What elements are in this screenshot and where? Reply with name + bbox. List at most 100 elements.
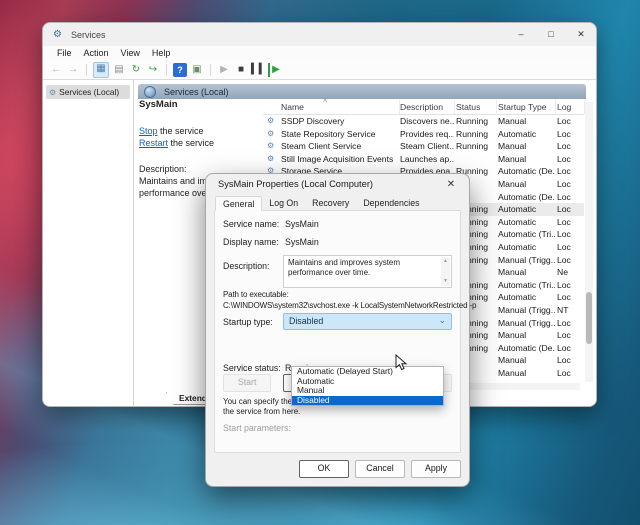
startup-type-combobox[interactable]: Disabled ⌄ — [283, 313, 452, 330]
cell-log: Loc — [557, 140, 584, 153]
scroll-up-icon[interactable]: ▲ — [443, 257, 448, 267]
properties-dialog: SysMain Properties (Local Computer) ✕ Ge… — [205, 173, 470, 487]
cell-startup: Automatic — [498, 128, 555, 141]
cell-log: Loc — [557, 165, 584, 178]
export-list-icon[interactable]: ↪ — [146, 63, 160, 77]
cell-status: Running — [456, 128, 496, 141]
service-icon: ⚙ — [267, 115, 274, 128]
cell-log: Loc — [557, 178, 584, 191]
service-status-label: Service status: — [223, 363, 281, 373]
cell-log: NT — [557, 304, 584, 317]
column-header-name[interactable]: Name — [281, 100, 400, 114]
display-name-value: SysMain — [285, 237, 319, 247]
ok-button[interactable]: OK — [299, 460, 349, 478]
column-header-log[interactable]: Log — [557, 100, 585, 114]
description-value: Maintains and improves system performanc… — [288, 258, 400, 277]
show-console-tree-icon[interactable]: ▦ — [93, 62, 109, 78]
cell-log: Loc — [557, 291, 584, 304]
dialog-title-bar[interactable]: SysMain Properties (Local Computer) ✕ — [206, 174, 469, 194]
stop-service-icon[interactable]: ■ — [234, 63, 248, 77]
cell-startup: Manual (Trigg... — [498, 304, 555, 317]
cell-log: Loc — [557, 115, 584, 128]
cell-log: Loc — [557, 354, 584, 367]
console-tree-panel: ⚙ Services (Local) — [43, 80, 134, 406]
pause-service-icon[interactable]: ▍▍ — [251, 63, 265, 77]
table-row[interactable]: ⚙State Repository ServiceProvides req...… — [263, 128, 584, 141]
column-header-startup-type[interactable]: Startup Type — [498, 100, 556, 114]
cell-desc: Discovers ne... — [400, 115, 454, 128]
forward-icon[interactable]: → — [66, 63, 80, 77]
table-row[interactable]: ⚙Steam Client ServiceSteam Client...Runn… — [263, 140, 584, 153]
startup-type-dropdown: Automatic (Delayed Start)AutomaticManual… — [291, 366, 444, 406]
cell-log: Loc — [557, 191, 584, 204]
restart-service-icon[interactable]: ▶ — [268, 63, 282, 77]
start-button[interactable]: Start — [223, 374, 271, 392]
help-icon[interactable]: ? — [173, 63, 187, 77]
back-icon[interactable]: ← — [49, 63, 63, 77]
cell-startup: Manual (Trigg... — [498, 317, 555, 330]
cell-startup: Manual — [498, 140, 555, 153]
tab-dependencies[interactable]: Dependencies — [356, 196, 426, 211]
cell-name: State Repository Service — [281, 128, 399, 141]
cell-log: Loc — [557, 342, 584, 355]
cell-status — [456, 153, 496, 166]
cell-status: Running — [456, 115, 496, 128]
menu-view[interactable]: View — [115, 48, 146, 58]
menu-file[interactable]: File — [51, 48, 78, 58]
restart-service-link[interactable]: Restart — [139, 138, 168, 148]
cell-log: Loc — [557, 241, 584, 254]
general-tab-page: Service name: SysMain Display name: SysM… — [214, 210, 461, 453]
cell-log: Loc — [557, 203, 584, 216]
tab-general[interactable]: General — [215, 196, 262, 211]
menu-action[interactable]: Action — [78, 48, 115, 58]
maximize-button[interactable]: □ — [536, 23, 566, 46]
selected-service-name: SysMain — [139, 99, 263, 111]
dropdown-option[interactable]: Disabled — [292, 396, 443, 406]
cell-log: Loc — [557, 279, 584, 292]
mouse-cursor — [395, 354, 408, 372]
sidebar-item-services-local[interactable]: ⚙ Services (Local) — [46, 85, 130, 99]
dialog-tabs: GeneralLog OnRecoveryDependencies — [215, 196, 427, 211]
description-scrollbar[interactable]: ▲ ▼ — [441, 257, 450, 286]
table-row[interactable]: ⚙Still Image Acquisition EventsLaunches … — [263, 153, 584, 166]
service-icon: ⚙ — [267, 153, 274, 166]
column-header-status[interactable]: Status — [456, 100, 497, 114]
cell-log: Loc — [557, 367, 584, 380]
cell-startup: Manual — [498, 329, 555, 342]
list-header: ˄ NameDescriptionStatusStartup TypeLog — [263, 100, 584, 115]
toolbar-separator — [210, 64, 211, 76]
path-label: Path to executable: — [223, 290, 458, 299]
service-name-value: SysMain — [285, 219, 319, 229]
startup-type-value: Disabled — [289, 316, 323, 326]
title-bar[interactable]: ⚙ Services – □ ✕ — [43, 23, 596, 46]
start-service-icon[interactable]: ▶ — [217, 63, 231, 77]
column-header-description[interactable]: Description — [400, 100, 455, 114]
cancel-button[interactable]: Cancel — [355, 460, 405, 478]
cell-startup: Manual — [498, 354, 555, 367]
cell-log: Loc — [557, 153, 584, 166]
menu-help[interactable]: Help — [146, 48, 177, 58]
table-row[interactable]: ⚙SSDP DiscoveryDiscovers ne...RunningMan… — [263, 115, 584, 128]
restart-service-text: the service — [168, 138, 214, 148]
minimize-button[interactable]: – — [506, 23, 536, 46]
cell-log: Loc — [557, 317, 584, 330]
apply-button[interactable]: Apply — [411, 460, 461, 478]
path-value: C:\WINDOWS\system32\svchost.exe -k Local… — [223, 301, 458, 310]
vertical-scrollbar[interactable] — [585, 102, 593, 382]
dialog-close-icon[interactable]: ✕ — [443, 179, 459, 190]
properties-window-icon[interactable]: ▣ — [190, 63, 204, 77]
cell-desc: Provides req... — [400, 128, 454, 141]
cell-log: Ne — [557, 266, 584, 279]
refresh-icon[interactable]: ↻ — [129, 63, 143, 77]
close-button[interactable]: ✕ — [566, 23, 596, 46]
list-view-icon[interactable]: ▤ — [112, 63, 126, 77]
tab-log-on[interactable]: Log On — [262, 196, 305, 211]
tab-recovery[interactable]: Recovery — [305, 196, 356, 211]
stop-service-link[interactable]: Stop — [139, 126, 158, 136]
scroll-down-icon[interactable]: ▼ — [443, 277, 448, 287]
description-field[interactable]: Maintains and improves system performanc… — [283, 255, 452, 288]
cell-log: Loc — [557, 216, 584, 229]
cell-status: Running — [456, 140, 496, 153]
tree-node-label: Services (Local) — [59, 87, 119, 97]
vertical-scrollbar-thumb[interactable] — [586, 292, 592, 344]
